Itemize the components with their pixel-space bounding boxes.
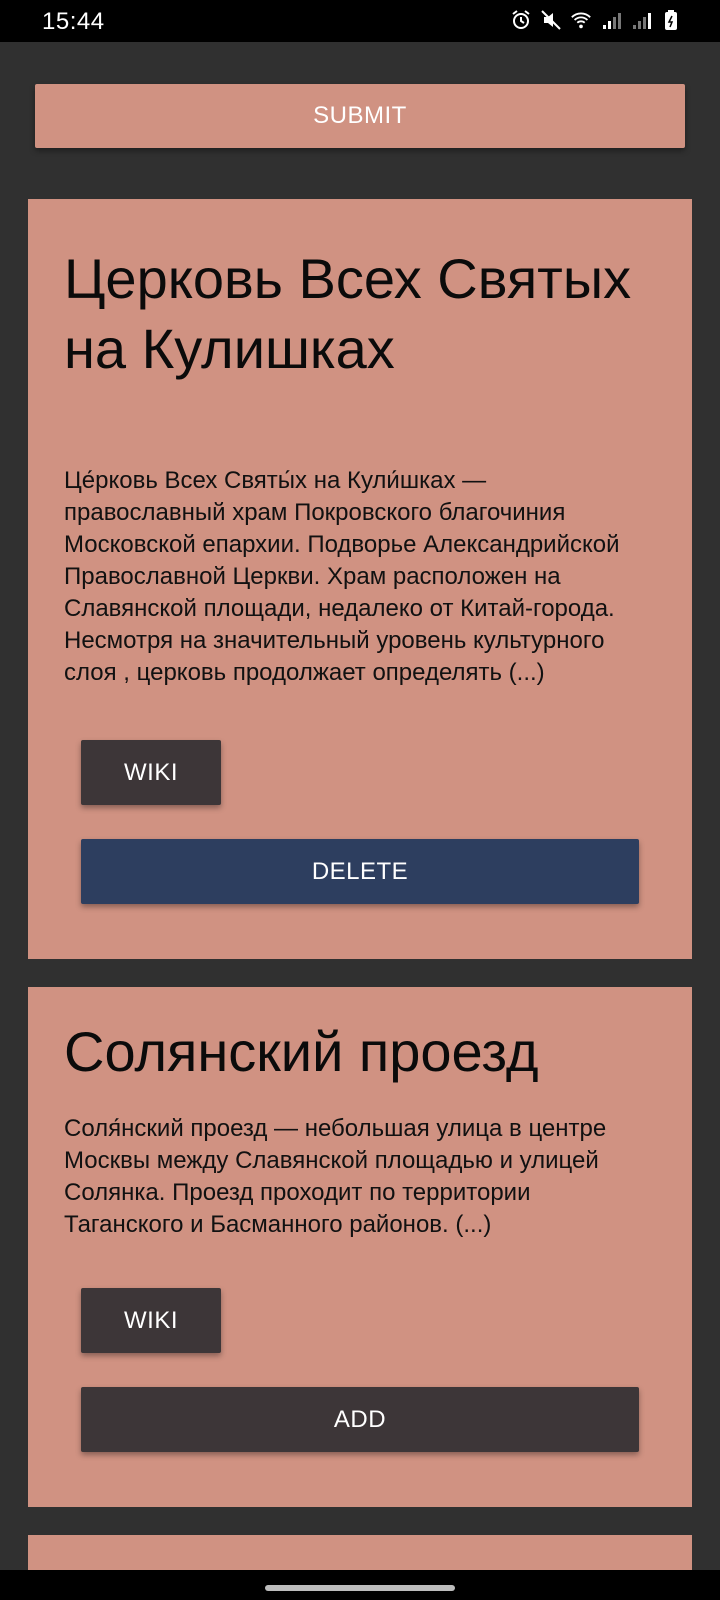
- battery-icon: [660, 9, 682, 31]
- wifi-icon: [570, 9, 592, 31]
- card-title: Церковь Всех Святых на Кулишках: [64, 247, 632, 380]
- signal-icon: [600, 9, 622, 31]
- signal-icon: [630, 9, 652, 31]
- status-time: 15:44: [42, 8, 105, 35]
- card-title: Солянский проезд: [64, 1020, 539, 1083]
- wiki-button[interactable]: WIKI: [81, 1288, 221, 1353]
- add-button[interactable]: ADD: [81, 1387, 639, 1452]
- place-card: Солянский проезд Соля́нский проезд — неб…: [28, 987, 692, 1507]
- place-card: Церковь Всех Святых на Кулишках Це́рковь…: [28, 199, 692, 959]
- alarm-icon: [510, 9, 532, 31]
- card-description: Соля́нский проезд — небольшая улица в це…: [64, 1115, 607, 1238]
- submit-button[interactable]: SUBMIT: [35, 84, 685, 148]
- delete-button[interactable]: DELETE: [81, 839, 639, 904]
- status-bar: 15:44: [0, 0, 720, 42]
- card-description: Це́рковь Всех Святы́х на Кули́шках — пра…: [64, 467, 620, 686]
- status-icons: [510, 9, 682, 31]
- wiki-button[interactable]: WIKI: [81, 740, 221, 805]
- mute-icon: [540, 9, 562, 31]
- home-gesture-handle[interactable]: [265, 1585, 455, 1591]
